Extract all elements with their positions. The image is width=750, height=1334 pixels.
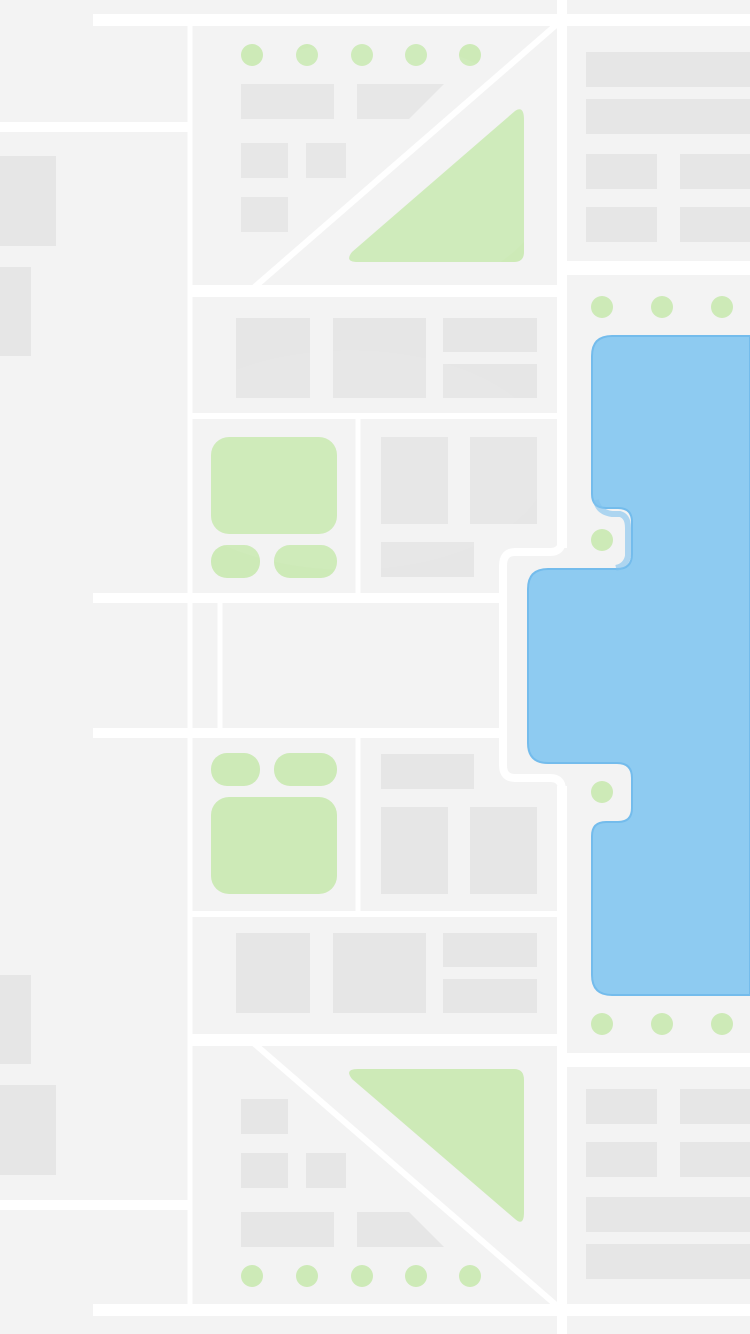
glass-highlight-top [185,40,555,300]
map-svg[interactable] [0,0,750,1334]
map-canvas[interactable] [0,0,750,1334]
tree-lake-upper [591,529,613,551]
tree-lake-lower [591,781,613,803]
glass-highlight-middle [150,350,550,570]
